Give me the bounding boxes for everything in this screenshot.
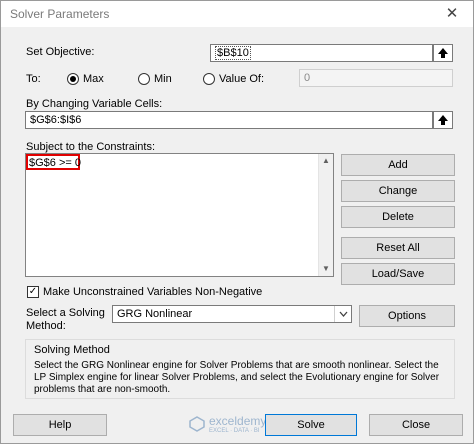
dropdown-button[interactable] <box>334 306 351 322</box>
delete-button-label: Delete <box>382 211 414 223</box>
changing-cells-ref-button[interactable] <box>433 111 453 129</box>
window-title: Solver Parameters <box>10 7 110 21</box>
solving-method-label-line2: Method: <box>26 320 66 332</box>
options-button[interactable]: Options <box>359 305 455 327</box>
options-button-label: Options <box>388 310 426 322</box>
solving-method-value: GRG Nonlinear <box>117 308 193 320</box>
load-save-button-label: Load/Save <box>371 268 425 280</box>
nonnegative-checkbox[interactable]: ✓ <box>27 286 39 298</box>
constraints-list[interactable]: $G$6 >= 0 ▲ ▼ <box>25 153 334 277</box>
load-save-button[interactable]: Load/Save <box>341 263 455 285</box>
constraints-label: Subject to the Constraints: <box>26 141 156 153</box>
solving-method-select[interactable]: GRG Nonlinear <box>112 305 352 323</box>
solving-method-group: Solving Method Select the GRG Nonlinear … <box>25 339 455 399</box>
changing-cells-label: By Changing Variable Cells: <box>26 98 163 110</box>
reset-all-button-label: Reset All <box>376 242 420 254</box>
nonnegative-label: Make Unconstrained Variables Non-Negativ… <box>43 286 263 298</box>
solving-method-group-title: Solving Method <box>34 344 110 356</box>
solving-method-description: Select the GRG Nonlinear engine for Solv… <box>34 360 440 395</box>
delete-button[interactable]: Delete <box>341 206 455 228</box>
max-label: Max <box>83 73 104 85</box>
collapse-dialog-icon <box>438 48 448 58</box>
collapse-dialog-icon <box>438 115 448 125</box>
scroll-down-icon[interactable]: ▼ <box>319 262 333 276</box>
change-button[interactable]: Change <box>341 180 455 202</box>
min-radio[interactable] <box>138 73 150 85</box>
constraint-item[interactable]: $G$6 >= 0 <box>29 157 81 169</box>
title-bar: Solver Parameters ✕ <box>1 1 473 27</box>
objective-value: $B$10 <box>215 46 251 60</box>
close-button-label: Close <box>401 419 431 431</box>
objective-ref-button[interactable] <box>433 44 453 62</box>
reset-all-button[interactable]: Reset All <box>341 237 455 259</box>
add-button[interactable]: Add <box>341 154 455 176</box>
max-radio[interactable] <box>67 73 79 85</box>
chevron-down-icon <box>339 311 347 317</box>
add-button-label: Add <box>388 159 408 171</box>
value-of-input[interactable]: 0 <box>299 69 453 87</box>
help-button-label: Help <box>48 419 72 431</box>
constraints-scrollbar[interactable]: ▲ ▼ <box>318 154 333 276</box>
watermark-tagline: EXCEL · DATA · BI <box>209 428 260 434</box>
change-button-label: Change <box>378 185 418 197</box>
checkmark-icon: ✓ <box>28 286 38 297</box>
to-label: To: <box>26 73 41 85</box>
close-button[interactable]: Close <box>369 414 463 436</box>
solve-button[interactable]: Solve <box>265 414 357 436</box>
set-objective-label: Set Objective: <box>26 46 95 58</box>
solving-method-label-line1: Select a Solving <box>26 307 105 319</box>
help-button[interactable]: Help <box>13 414 107 436</box>
scroll-up-icon[interactable]: ▲ <box>319 154 333 168</box>
changing-cells-input[interactable]: $G$6:$I$6 <box>25 111 433 129</box>
solve-button-label: Solve <box>297 419 325 431</box>
objective-input[interactable]: $B$10 <box>210 44 433 62</box>
min-label: Min <box>154 73 172 85</box>
value-of-label: Value Of: <box>219 73 265 85</box>
value-of-radio[interactable] <box>203 73 215 85</box>
solver-parameters-dialog: Solver Parameters ✕ Set Objective: $B$10… <box>0 0 474 444</box>
exceldemy-logo-icon <box>189 416 205 432</box>
close-icon[interactable]: ✕ <box>435 1 469 27</box>
watermark-name: exceldemy <box>209 414 267 428</box>
